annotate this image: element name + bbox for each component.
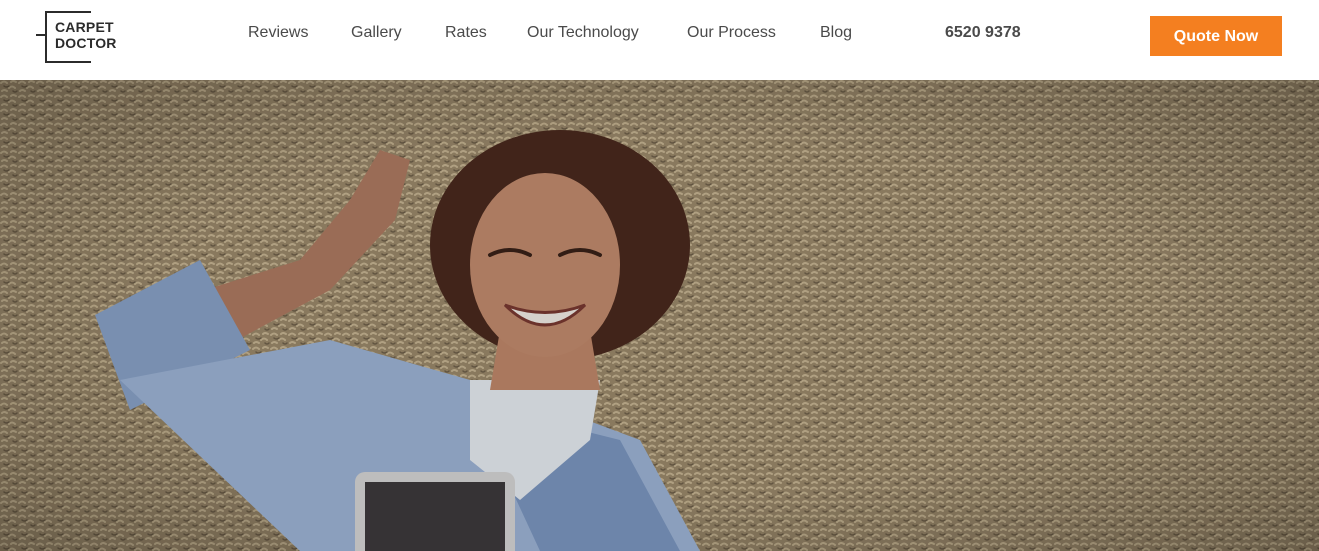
site-header: CARPET DOCTOR Reviews Gallery Rates Our … bbox=[0, 0, 1319, 80]
logo-line-2: DOCTOR bbox=[55, 35, 117, 51]
nav-gallery[interactable]: Gallery bbox=[351, 24, 402, 42]
nav-our-technology[interactable]: Our Technology bbox=[527, 24, 639, 42]
nav-rates[interactable]: Rates bbox=[445, 24, 487, 42]
nav-blog[interactable]: Blog bbox=[820, 24, 852, 42]
quote-now-button[interactable]: Quote Now bbox=[1150, 16, 1282, 56]
logo[interactable]: CARPET DOCTOR bbox=[36, 11, 126, 63]
logo-tick bbox=[36, 34, 46, 36]
logo-line-1: CARPET bbox=[55, 19, 114, 35]
hero-photo bbox=[0, 80, 1319, 551]
nav-our-process[interactable]: Our Process bbox=[687, 24, 776, 42]
hero-image bbox=[0, 80, 1319, 551]
phone-link[interactable]: 6520 9378 bbox=[945, 24, 1021, 42]
nav-reviews[interactable]: Reviews bbox=[248, 24, 308, 42]
logo-text: CARPET DOCTOR bbox=[55, 19, 117, 51]
